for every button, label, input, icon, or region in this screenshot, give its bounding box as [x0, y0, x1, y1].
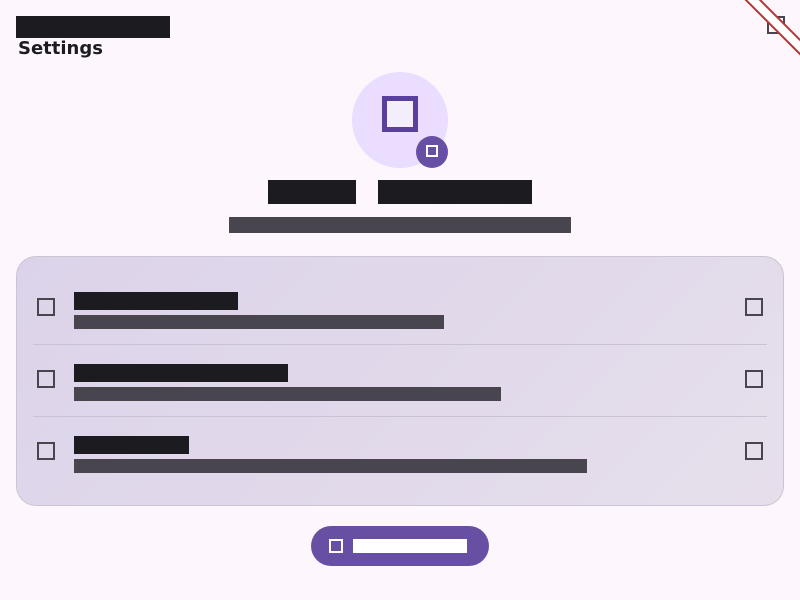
settings-row-security[interactable]: Security Two-factor authentication and l… — [33, 417, 767, 489]
shield-icon — [37, 442, 55, 460]
app-title: Account Settings — [16, 16, 170, 59]
avatar[interactable] — [352, 72, 448, 168]
row-title: Notification Preferences — [74, 364, 288, 382]
bell-icon — [37, 370, 55, 388]
row-description: Manage alerts, sounds and badges — [74, 387, 501, 401]
chevron-right-icon — [745, 298, 763, 316]
change-photo-button[interactable] — [416, 136, 448, 168]
edit-profile-button[interactable]: Edit Profile — [311, 526, 489, 566]
lock-icon — [37, 298, 55, 316]
settings-row-privacy[interactable]: Privacy Settings Control who can see you… — [33, 273, 767, 345]
settings-card: Privacy Settings Control who can see you… — [16, 256, 784, 506]
person-icon — [382, 96, 418, 132]
row-description: Two-factor authentication and login hist… — [74, 459, 587, 473]
row-description: Control who can see your profile — [74, 315, 444, 329]
chevron-right-icon — [745, 370, 763, 388]
profile-name: Alexis Montgomery — [0, 180, 800, 204]
last-name: Montgomery — [378, 180, 532, 204]
profile-email: alexis.montgomery@email.com — [0, 213, 800, 233]
row-title: Security — [74, 436, 189, 454]
chevron-right-icon — [745, 442, 763, 460]
debug-banner — [724, 0, 800, 73]
row-title: Privacy Settings — [74, 292, 238, 310]
first-name: Alexis — [268, 180, 356, 204]
settings-row-notifications[interactable]: Notification Preferences Manage alerts, … — [33, 345, 767, 417]
edit-profile-label: Edit Profile — [353, 539, 467, 553]
camera-icon — [426, 145, 438, 157]
edit-icon — [329, 539, 343, 553]
